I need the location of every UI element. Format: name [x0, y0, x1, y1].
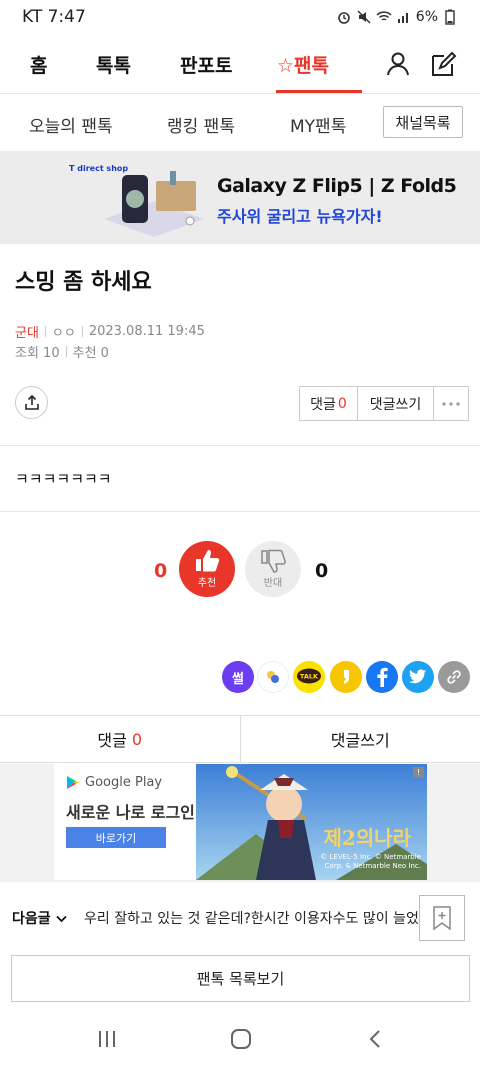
meta-divider [65, 346, 67, 357]
fantalk-list-button[interactable]: 팬톡 목록보기 [11, 955, 470, 1002]
recommend-count: 0 [154, 560, 168, 582]
band-icon [267, 671, 279, 683]
alarm-icon [337, 12, 350, 24]
svg-text:TALK: TALK [300, 673, 319, 681]
ad-game-logo: 제2의나라 [323, 826, 411, 850]
next-post-row[interactable]: 다음글 우리 잘하고 있는 것 같은데?한시간 이용자수도 많이 늘었고 [0, 897, 480, 937]
post-category[interactable]: 군대 [15, 322, 39, 341]
oppose-label: 반대 [263, 578, 283, 589]
kakaostory-share-button[interactable] [330, 661, 362, 693]
chevron-down-icon [55, 915, 67, 923]
next-post-label[interactable]: 다음글 [12, 908, 67, 928]
mute-icon [357, 10, 371, 24]
signal-icon [397, 13, 408, 23]
tab-panphoto[interactable]: 판포토 [180, 51, 232, 78]
promo-banner[interactable]: T direct shop Galaxy Z Flip5 | Z Fold5 주… [0, 151, 480, 244]
ad-cta-button[interactable]: 바로가기 [66, 827, 166, 848]
post-recommends: 추천 0 [72, 346, 109, 361]
battery-icon [445, 9, 455, 25]
active-tab-indicator [276, 90, 362, 93]
thumbs-up-icon [196, 550, 220, 572]
divider [0, 511, 480, 512]
more-button[interactable] [434, 387, 468, 420]
tab-toktok[interactable]: 톡톡 [96, 51, 131, 78]
post-meta: 군대 ㅇㅇ 2023.08.11 19:45 [15, 322, 205, 341]
subtab-my[interactable]: MY팬톡 [290, 112, 346, 137]
comments-label: 댓글 [310, 396, 336, 413]
user-icon[interactable] [384, 50, 412, 78]
ad-title: 새로운 나로 로그인 [66, 803, 195, 822]
carrier-time: KT 7:47 [22, 7, 86, 27]
post-datetime: 2023.08.11 19:45 [88, 324, 205, 339]
kakaotalk-share-button[interactable]: TALK [293, 661, 325, 693]
ad-banner[interactable]: Google Play 새로운 나로 로그인 바로가기 제2의나라 © LEVE… [54, 764, 427, 880]
share-button[interactable] [15, 386, 48, 419]
top-nav: 홈 톡톡 판포토 ☆팬톡 [0, 34, 480, 94]
post-title: 스밍 좀 하세요 [15, 270, 152, 295]
divider [0, 445, 480, 446]
system-nav-bar [0, 1012, 480, 1067]
subtab-ranking[interactable]: 랭킹 팬톡 [167, 112, 235, 137]
ssul-share-button[interactable]: 썰 [222, 661, 254, 693]
copy-link-button[interactable] [438, 661, 470, 693]
meta-divider [81, 326, 83, 337]
post-nickname: ㅇㅇ [51, 326, 76, 341]
banner-title: Galaxy Z Flip5 | Z Fold5 [217, 175, 457, 197]
recommend-label: 추천 [197, 578, 217, 589]
ad-info-icon[interactable]: ! [413, 767, 424, 778]
thumbs-down-icon [261, 549, 286, 573]
comment-action-group: 댓글 0 댓글쓰기 [299, 386, 469, 421]
next-post-title[interactable]: 우리 잘하고 있는 것 같은데?한시간 이용자수도 많이 늘었고 [84, 908, 432, 928]
facebook-share-button[interactable] [366, 661, 398, 693]
post-views: 조회 10 [15, 346, 60, 361]
write-comment-button[interactable]: 댓글쓰기 [358, 387, 434, 420]
wifi-icon [376, 11, 392, 21]
band-share-button[interactable] [257, 661, 289, 693]
twitter-icon [409, 669, 426, 684]
recommend-button[interactable]: 추천 [179, 541, 235, 597]
comments-tab[interactable]: 댓글 0 [0, 716, 241, 762]
facebook-icon [377, 667, 388, 687]
share-icon [24, 394, 39, 410]
status-bar: KT 7:47 6% [0, 0, 480, 34]
ad-store-name: Google Play [85, 775, 163, 790]
oppose-count: 0 [315, 560, 329, 582]
oppose-button[interactable]: 반대 [245, 541, 301, 597]
sub-nav: 오늘의 팬톡 랭킹 팬톡 MY팬톡 채널목록 [0, 95, 480, 150]
write-icon[interactable] [430, 50, 458, 78]
comments-label: 댓글 [97, 731, 127, 750]
tab-fantalk[interactable]: ☆팬톡 [277, 51, 329, 78]
meta-divider [44, 326, 46, 337]
ad-store: Google Play [66, 775, 162, 790]
home-icon[interactable] [230, 1028, 252, 1050]
status-icons: 6% [336, 9, 458, 25]
more-icon [442, 401, 460, 406]
comments-button[interactable]: 댓글 0 [300, 387, 358, 420]
channel-list-button[interactable]: 채널목록 [383, 106, 463, 138]
kakao-talk-icon: TALK [297, 668, 321, 684]
twitter-share-button[interactable] [402, 661, 434, 693]
banner-subtitle: 주사위 굴리고 뉴욕가자! [217, 207, 383, 226]
write-comment-tab[interactable]: 댓글쓰기 [241, 716, 480, 762]
battery-text: 6% [415, 9, 438, 25]
ad-copyright: © LEVEL-5 Inc. © Netmarble Corp. & Netma… [320, 853, 421, 870]
tab-home[interactable]: 홈 [30, 51, 47, 78]
post-stats: 조회 10 추천 0 [15, 342, 109, 361]
link-icon [447, 670, 461, 684]
ad-area: Google Play 새로운 나로 로그인 바로가기 제2의나라 © LEVE… [0, 764, 480, 882]
google-play-icon [67, 776, 79, 789]
comments-count: 0 [337, 395, 347, 412]
subtab-today[interactable]: 오늘의 팬톡 [29, 112, 113, 137]
kakaostory-icon [344, 670, 349, 684]
post-content: ㅋㅋㅋㅋㅋㅋㅋ [15, 470, 112, 488]
comment-bar: 댓글 0 댓글쓰기 [0, 715, 480, 763]
recent-apps-icon[interactable] [96, 1028, 118, 1050]
back-icon[interactable] [365, 1028, 387, 1050]
bookmark-add-icon [433, 906, 451, 930]
bookmark-button[interactable] [419, 895, 465, 941]
banner-phone-art [104, 171, 204, 237]
comments-count: 0 [131, 729, 143, 749]
